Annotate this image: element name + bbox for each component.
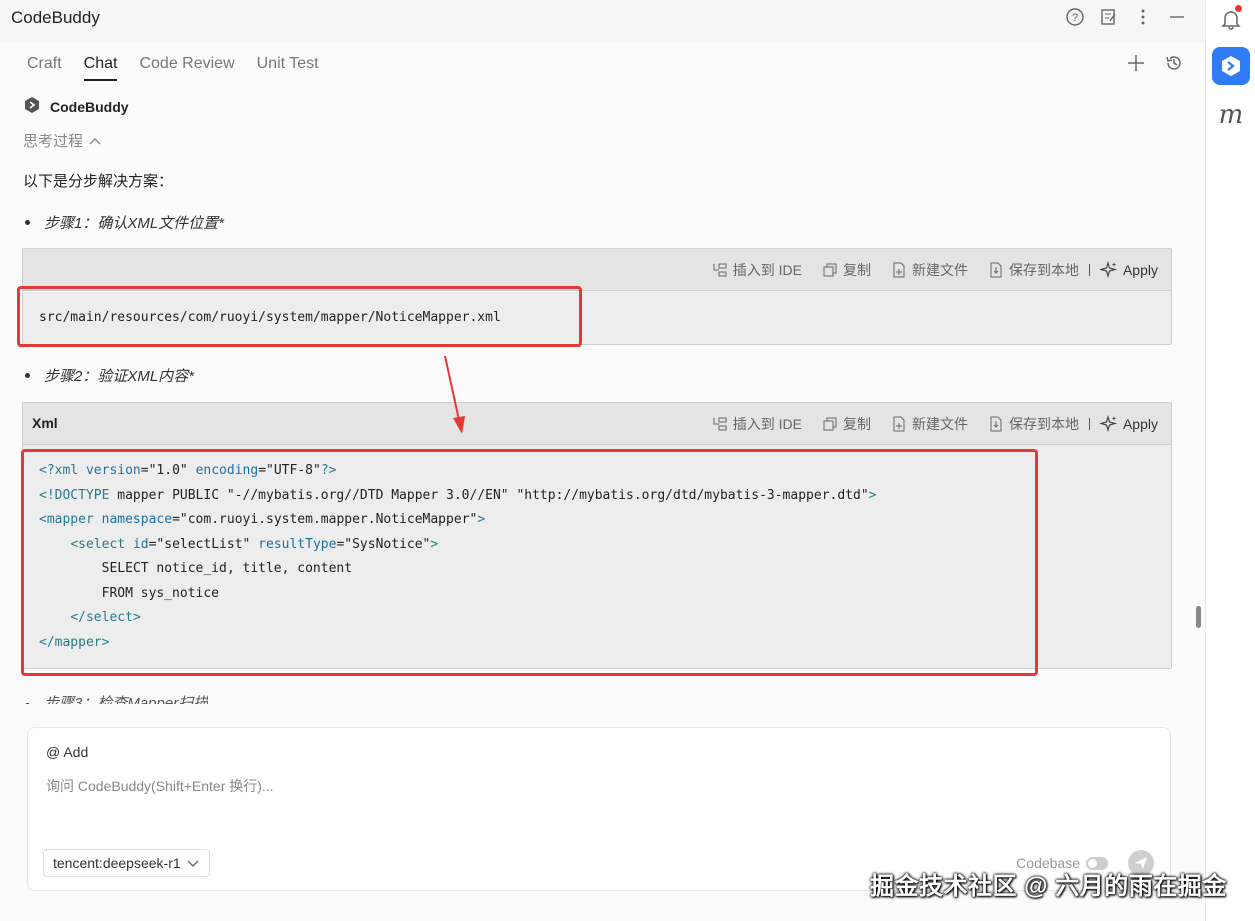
title-bar-actions: ? — [1065, 6, 1187, 28]
chat-input[interactable] — [46, 775, 1146, 797]
minimize-icon[interactable] — [1167, 6, 1187, 28]
divider — [1088, 418, 1090, 430]
save-local-button[interactable]: 保存到本地 — [988, 260, 1079, 280]
code-line: src/main/resources/com/ruoyi/system/mapp… — [39, 310, 501, 325]
sparkle-icon — [1099, 261, 1118, 279]
code-block-actions: 插入到 IDE 复制 新建文件 保存到本地 Apply — [692, 414, 1158, 434]
bullet — [25, 373, 30, 378]
new-file-button[interactable]: 新建文件 — [891, 260, 968, 280]
tab-craft[interactable]: Craft — [27, 55, 62, 81]
chevron-up-icon — [89, 132, 101, 149]
new-file-button[interactable]: 新建文件 — [891, 414, 968, 434]
sparkle-icon — [1099, 415, 1118, 433]
intro-text: 以下是分步解决方案： — [23, 173, 174, 190]
notes-icon[interactable] — [1099, 6, 1119, 28]
code-line: <mapper namespace="com.ruoyi.system.mapp… — [39, 512, 486, 527]
insert-ide-button[interactable]: 插入到 IDE — [712, 414, 802, 434]
apply-button[interactable]: Apply — [1099, 261, 1158, 279]
message-author: CodeBuddy — [23, 96, 129, 117]
code-line: <!DOCTYPE mapper PUBLIC "-//mybatis.org/… — [39, 487, 877, 503]
notification-badge — [1235, 5, 1242, 12]
divider — [1088, 264, 1090, 276]
m-icon[interactable]: m — [1212, 96, 1250, 134]
apply-label: Apply — [1122, 262, 1158, 278]
tab-unit-test[interactable]: Unit Test — [257, 55, 319, 81]
bullet — [25, 220, 30, 225]
tab-chat[interactable]: Chat — [83, 55, 118, 81]
code-body: src/main/resources/com/ruoyi/system/mapp… — [23, 291, 1171, 331]
code-line: </select> — [70, 610, 141, 625]
code-block-actions: 插入到 IDE 复制 新建文件 保存到本地 Apply — [692, 260, 1158, 280]
copy-icon — [823, 417, 837, 431]
code-block-path: 插入到 IDE 复制 新建文件 保存到本地 Apply src/main/res… — [22, 248, 1172, 345]
app-title: CodeBuddy — [11, 8, 100, 27]
step-2: 步骤2：验证XML内容* — [23, 365, 194, 386]
save-local-label: 保存到本地 — [1008, 262, 1079, 278]
add-context-button[interactable]: @ Add — [46, 744, 88, 760]
step-3: 步骤3：检查Mapper扫描 — [23, 692, 208, 704]
annotation-arrow — [444, 355, 465, 434]
more-icon[interactable] — [1133, 6, 1153, 28]
code-line: <select id="selectList" resultType="SysN… — [70, 536, 439, 552]
tab-bar: Craft Chat Code Review Unit Test — [27, 55, 341, 81]
model-name: tencent:deepseek-r1 — [53, 855, 181, 871]
copy-label: 复制 — [842, 262, 871, 278]
apply-label: Apply — [1122, 416, 1158, 432]
new-file-label: 新建文件 — [911, 262, 968, 278]
codebuddy-avatar-icon — [23, 96, 41, 117]
code-language: Xml — [32, 415, 58, 431]
new-file-icon — [893, 416, 905, 432]
step-3-text: 步骤3：检查Mapper扫描 — [44, 695, 209, 704]
chat-content: Craft Chat Code Review Unit Test CodeBud… — [0, 42, 1205, 921]
copy-label: 复制 — [842, 416, 871, 432]
plus-icon[interactable] — [1125, 52, 1147, 74]
code-line: <?xml version="1.0" encoding="UTF-8"?> — [39, 463, 337, 478]
new-file-label: 新建文件 — [911, 416, 968, 432]
insert-icon — [713, 263, 727, 277]
step-1-text: 步骤1：确认XML文件位置* — [44, 215, 225, 232]
save-icon — [990, 416, 1002, 432]
code-line: </mapper> — [39, 634, 110, 650]
help-icon[interactable]: ? — [1065, 6, 1085, 28]
code-block-header: Xml 插入到 IDE 复制 新建文件 保存到本地 Apply — [23, 403, 1171, 445]
code-line: FROM sys_notice — [39, 585, 220, 601]
right-rail: m — [1205, 0, 1255, 921]
codebuddy-logo-icon[interactable] — [1212, 47, 1250, 85]
history-icon[interactable] — [1163, 52, 1185, 74]
svg-text:?: ? — [1072, 12, 1078, 24]
model-select[interactable]: tencent:deepseek-r1 — [43, 849, 210, 877]
save-icon — [990, 262, 1002, 278]
watermark: 掘金技术社区 @ 六月的雨在掘金 — [870, 873, 1227, 900]
code-block-xml: Xml 插入到 IDE 复制 新建文件 保存到本地 Apply <?xml ve… — [22, 402, 1172, 669]
thinking-label: 思考过程 — [23, 133, 84, 150]
step-2-text: 步骤2：验证XML内容* — [44, 368, 195, 385]
insert-ide-button[interactable]: 插入到 IDE — [712, 260, 802, 280]
save-local-label: 保存到本地 — [1008, 416, 1079, 432]
code-body: <?xml version="1.0" encoding="UTF-8"?> <!… — [23, 445, 1171, 655]
insert-icon — [713, 417, 727, 431]
save-local-button[interactable]: 保存到本地 — [988, 414, 1079, 434]
main-panel: CodeBuddy ? Craft Chat Code Review Unit … — [0, 0, 1205, 921]
tab-code-review[interactable]: Code Review — [139, 55, 234, 81]
copy-button[interactable]: 复制 — [822, 260, 871, 280]
tab-actions — [1125, 52, 1185, 74]
chevron-down-icon — [187, 855, 199, 871]
insert-ide-label: 插入到 IDE — [732, 416, 802, 432]
new-file-icon — [893, 262, 905, 278]
step-1: 步骤1：确认XML文件位置* — [23, 212, 224, 233]
bullet — [25, 703, 30, 704]
author-name: CodeBuddy — [50, 98, 129, 115]
insert-ide-label: 插入到 IDE — [732, 262, 802, 278]
title-bar: CodeBuddy ? — [0, 0, 1205, 42]
copy-button[interactable]: 复制 — [822, 414, 871, 434]
copy-icon — [823, 263, 837, 277]
code-line: SELECT notice_id, title, content — [39, 561, 353, 576]
thinking-toggle[interactable]: 思考过程 — [23, 130, 101, 151]
scrollbar-thumb[interactable] — [1196, 606, 1201, 628]
code-block-header: 插入到 IDE 复制 新建文件 保存到本地 Apply — [23, 249, 1171, 291]
bell-icon[interactable] — [1212, 0, 1250, 38]
apply-button[interactable]: Apply — [1099, 415, 1158, 433]
